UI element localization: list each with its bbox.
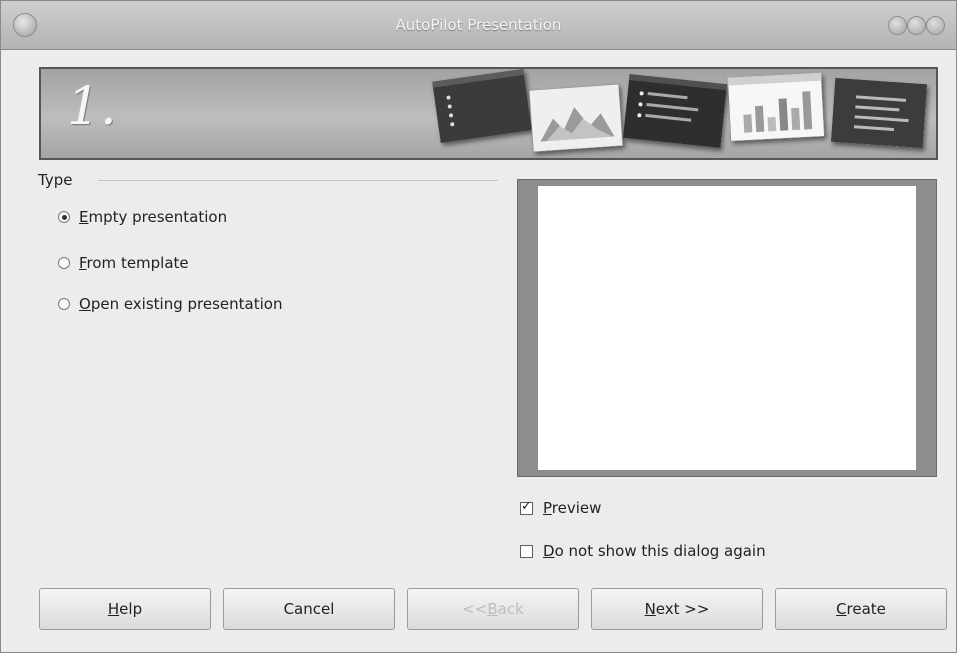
preview-checkbox-row[interactable]: Preview xyxy=(520,497,601,519)
maximize-icon[interactable] xyxy=(907,16,926,35)
preview-checkbox[interactable] xyxy=(520,499,533,515)
preview-page xyxy=(538,186,916,470)
dont-show-checkbox-label: Do not show this dialog again xyxy=(543,542,766,560)
window-title: AutoPilot Presentation xyxy=(395,16,562,34)
type-group-label: Type xyxy=(38,171,73,189)
slide-thumbnail-image-icon xyxy=(528,83,624,153)
radio-open-existing[interactable]: Open existing presentation xyxy=(58,291,282,317)
type-group-divider xyxy=(98,180,498,181)
cancel-button[interactable]: Cancel xyxy=(223,588,395,630)
close-icon[interactable] xyxy=(926,16,945,35)
dont-show-checkbox-row[interactable]: Do not show this dialog again xyxy=(520,540,766,562)
title-bar[interactable]: AutoPilot Presentation xyxy=(1,1,956,50)
preview-pane xyxy=(517,179,937,477)
radio-from-template[interactable]: From template xyxy=(58,250,189,276)
create-button[interactable]: Create xyxy=(775,588,947,630)
slide-thumbnail-bullets-icon xyxy=(622,74,728,148)
radio-label: Open existing presentation xyxy=(79,295,283,313)
window-controls xyxy=(886,16,946,35)
radio-button[interactable] xyxy=(58,211,70,223)
radio-label: From template xyxy=(79,254,189,272)
slide-thumbnail-text-icon xyxy=(830,77,928,149)
radio-button[interactable] xyxy=(58,298,70,310)
minimize-icon[interactable] xyxy=(888,16,907,35)
preview-checkbox-label: Preview xyxy=(543,499,602,517)
dont-show-checkbox[interactable] xyxy=(520,544,533,558)
radio-label: Empty presentation xyxy=(79,208,228,226)
slide-thumbnail-chart-icon xyxy=(727,72,825,142)
radio-empty-presentation[interactable]: Empty presentation xyxy=(58,204,227,230)
radio-button[interactable] xyxy=(58,257,70,269)
step-number: 1. xyxy=(67,77,117,137)
slide-thumbnail-list-icon xyxy=(432,69,532,144)
help-button[interactable]: Help xyxy=(39,588,211,630)
back-button[interactable]: << Back xyxy=(407,588,579,630)
step-banner: 1. xyxy=(39,67,938,160)
next-button[interactable]: Next >> xyxy=(591,588,763,630)
autopilot-dialog: AutoPilot Presentation 1. Type Empty pre… xyxy=(0,0,957,653)
